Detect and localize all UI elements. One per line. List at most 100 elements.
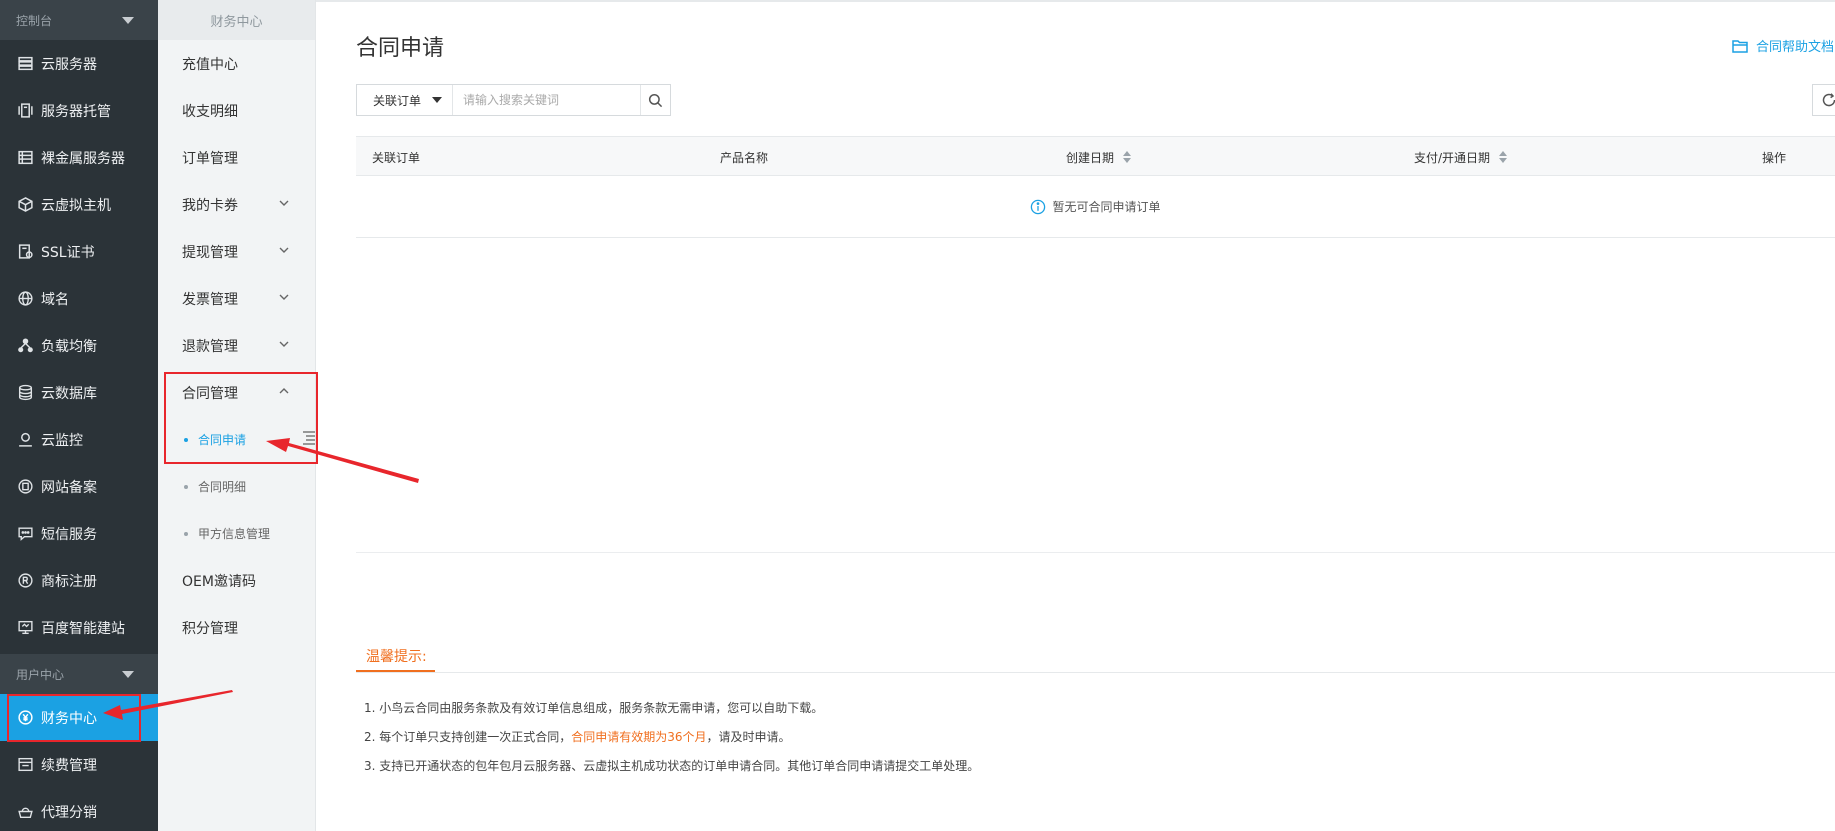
bullet-dot	[184, 484, 188, 489]
sidebar-item-label: 云监控	[41, 432, 83, 449]
subnav-title: 财务中心	[158, 0, 315, 40]
sidebar-item-label: 百度智能建站	[41, 620, 125, 637]
subnav-item-label: 充值中心	[182, 56, 238, 73]
main-content: 合同申请 合同帮助文档 关联订单 关联订单 产品名称 创建日期 支付/开通日期	[316, 0, 1835, 831]
subnav-item-invoice[interactable]: 发票管理	[158, 275, 315, 322]
subnav-item-transactions[interactable]: 收支明细	[158, 87, 315, 134]
subnav-child-party-a-info[interactable]: 甲方信息管理	[158, 510, 315, 557]
tip-text: 2. 每个订单只支持创建一次正式合同，	[364, 730, 572, 744]
sidebar-item-hosting[interactable]: 服务器托管	[0, 87, 158, 134]
refresh-icon	[1822, 93, 1835, 107]
column-header-pay-date[interactable]: 支付/开通日期	[1414, 137, 1508, 177]
empty-state-text: 暂无可合同申请订单	[1052, 200, 1161, 214]
subnav-item-label: 退款管理	[182, 338, 238, 355]
subnav-item-orders[interactable]: 订单管理	[158, 134, 315, 181]
sidebar-item-record[interactable]: 网站备案	[0, 463, 158, 510]
column-header-actions: 操作	[1762, 137, 1786, 177]
caret-down-icon	[122, 16, 134, 24]
sidebar-item-label: 负载均衡	[41, 338, 97, 355]
search-field-select[interactable]: 关联订单	[357, 85, 453, 115]
sidebar-item-label: 云服务器	[41, 56, 97, 73]
record-icon	[16, 478, 34, 496]
subnav-item-label: 提现管理	[182, 244, 238, 261]
page-title: 合同申请	[356, 36, 445, 61]
sidebar-item-label: 云虚拟主机	[41, 197, 111, 214]
column-header-create-date[interactable]: 创建日期	[1066, 137, 1132, 177]
sidebar-item-trademark[interactable]: 商标注册	[0, 557, 158, 604]
user-center-section-label: 用户中心	[16, 667, 65, 682]
trademark-icon	[16, 572, 34, 590]
sidebar-item-load-balance[interactable]: 负载均衡	[0, 322, 158, 369]
subnav-child-contract-detail[interactable]: 合同明细	[158, 463, 315, 510]
caret-down-icon	[432, 97, 442, 103]
sidebar-item-sms[interactable]: 短信服务	[0, 510, 158, 557]
sidebar-item-agent[interactable]: 代理分销	[0, 788, 158, 831]
column-header-label: 创建日期	[1066, 150, 1115, 165]
table-header: 关联订单 产品名称 创建日期 支付/开通日期 操作	[356, 136, 1835, 176]
sidebar-item-cloud-server[interactable]: 云服务器	[0, 40, 158, 87]
tips-list: 1. 小鸟云合同由服务条款及有效订单信息组成，服务条款无需申请，您可以自助下载。…	[364, 698, 979, 785]
help-doc-link[interactable]: 合同帮助文档	[1732, 36, 1834, 55]
sidebar-item-label: 短信服务	[41, 526, 97, 543]
app-root: 控制台 云服务器 服务器托管 裸金属服务器 云虚拟主机 SSL证书 域名 负载均…	[0, 0, 1835, 831]
subnav-item-coupons[interactable]: 我的卡券	[158, 181, 315, 228]
sidebar-item-monitor[interactable]: 云监控	[0, 416, 158, 463]
tip-line: 1. 小鸟云合同由服务条款及有效订单信息组成，服务条款无需申请，您可以自助下载。	[364, 701, 824, 715]
sidebar-item-ssl[interactable]: SSL证书	[0, 228, 158, 275]
console-section-header[interactable]: 控制台	[0, 0, 158, 40]
subnav-item-label: 发票管理	[182, 291, 238, 308]
sidebar-item-label: 网站备案	[41, 479, 97, 496]
console-section-label: 控制台	[16, 13, 53, 28]
column-header-label: 操作	[1762, 150, 1787, 165]
subnav-item-label: 我的卡券	[182, 197, 238, 214]
server-list-icon	[16, 55, 34, 73]
chevron-down-icon	[277, 290, 291, 308]
sidebar-item-virtual-host[interactable]: 云虚拟主机	[0, 181, 158, 228]
sidebar-item-label: 代理分销	[41, 804, 97, 821]
sidebar-item-renew[interactable]: 续费管理	[0, 741, 158, 788]
column-header-label: 关联订单	[372, 150, 421, 165]
sms-icon	[16, 525, 34, 543]
search-input[interactable]	[453, 85, 640, 115]
renew-icon	[16, 756, 34, 774]
sidebar-item-database[interactable]: 云数据库	[0, 369, 158, 416]
subnav-item-points[interactable]: 积分管理	[158, 604, 315, 651]
search-button[interactable]	[640, 85, 670, 115]
caret-down-icon	[122, 670, 134, 678]
sidebar-item-label: SSL证书	[41, 244, 95, 261]
divider	[356, 552, 1835, 553]
divider	[356, 672, 1835, 673]
subnav-item-recharge[interactable]: 充值中心	[158, 40, 315, 87]
tip-text: ，请及时申请。	[706, 730, 791, 744]
sidebar-item-label: 商标注册	[41, 573, 97, 590]
tip-highlight: 合同申请有效期为36个月	[571, 730, 707, 744]
subnav-child-label: 合同明细	[198, 480, 247, 494]
tips-tab[interactable]: 温馨提示:	[356, 642, 435, 672]
refresh-button[interactable]	[1812, 84, 1835, 116]
sort-icon[interactable]	[1123, 151, 1132, 163]
sidebar-item-domain[interactable]: 域名	[0, 275, 158, 322]
contract-order-table: 关联订单 产品名称 创建日期 支付/开通日期 操作 暂无可合同申请订单	[356, 136, 1835, 238]
tip-line: 2. 每个订单只支持创建一次正式合同，合同申请有效期为36个月，请及时申请。	[364, 727, 979, 756]
sidebar-item-label: 续费管理	[41, 757, 97, 774]
subnav-item-withdraw[interactable]: 提现管理	[158, 228, 315, 275]
sidebar-item-bare-metal[interactable]: 裸金属服务器	[0, 134, 158, 181]
sort-icon[interactable]	[1499, 151, 1508, 163]
chevron-down-icon	[277, 196, 291, 214]
user-center-section-header[interactable]: 用户中心	[0, 654, 158, 694]
search-field-select-value: 关联订单	[373, 93, 422, 108]
chevron-down-icon	[277, 243, 291, 261]
sidebar-item-label: 云数据库	[41, 385, 97, 402]
sidebar-item-label: 域名	[41, 291, 69, 308]
subnav-item-refund[interactable]: 退款管理	[158, 322, 315, 369]
column-header-product: 产品名称	[720, 137, 768, 177]
subnav-child-label: 甲方信息管理	[198, 527, 271, 541]
tips-tab-label: 温馨提示:	[366, 649, 427, 665]
sidebar-item-site-builder[interactable]: 百度智能建站	[0, 604, 158, 651]
sidebar-item-label: 服务器托管	[41, 103, 111, 120]
table-empty-state: 暂无可合同申请订单	[356, 176, 1835, 238]
column-header-order: 关联订单	[372, 137, 420, 177]
column-header-label: 支付/开通日期	[1414, 150, 1491, 165]
site-builder-icon	[16, 619, 34, 637]
subnav-item-oem-invite[interactable]: OEM邀请码	[158, 557, 315, 604]
